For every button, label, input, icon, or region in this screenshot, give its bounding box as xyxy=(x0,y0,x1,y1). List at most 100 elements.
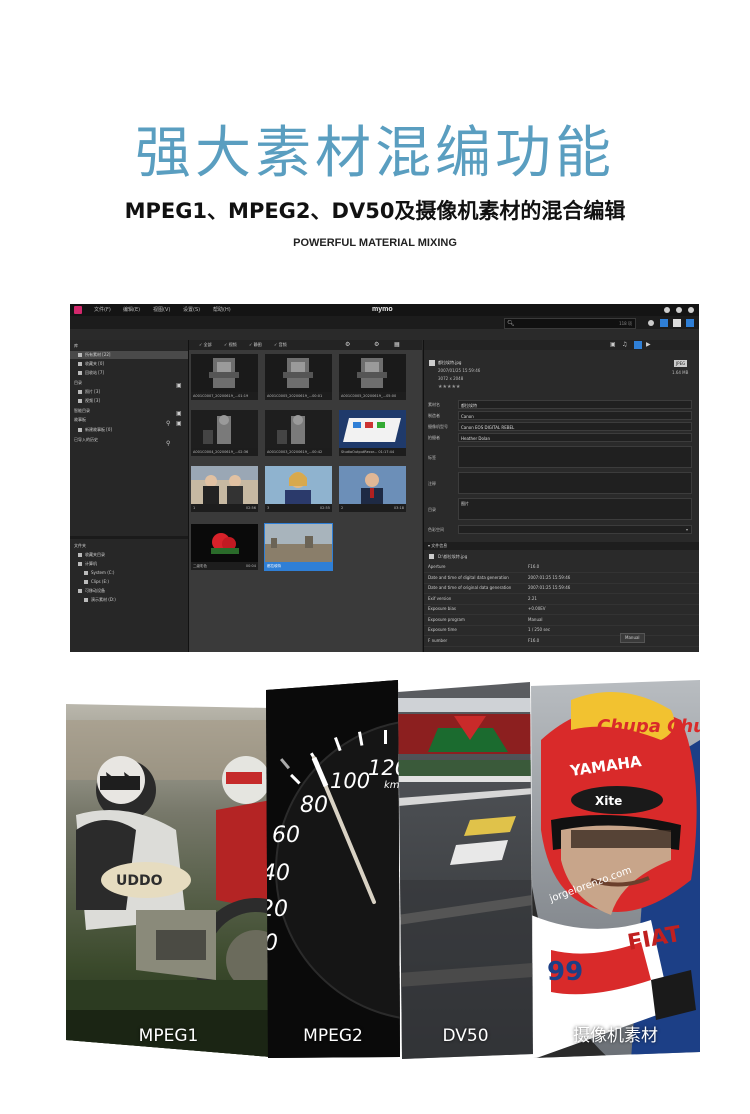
add-folder-icon[interactable]: ▣ xyxy=(176,410,182,417)
media-thumbnail[interactable]: 3 02:55 xyxy=(265,466,332,512)
thumbnail-image xyxy=(191,524,258,562)
tree-item[interactable]: 收藏夹 [0] xyxy=(70,360,188,368)
panel-divider[interactable] xyxy=(70,536,188,539)
filter-audio[interactable]: ✓ 音频 xyxy=(274,340,287,350)
exif-value: +0.00EV xyxy=(528,606,546,611)
meta-row: 色彩空间 ▾ xyxy=(428,525,692,535)
exposure-mode-button[interactable]: Manual xyxy=(620,633,645,643)
meta-note-field[interactable] xyxy=(458,472,692,494)
meta-author-field[interactable]: Heather Dolan xyxy=(458,433,692,442)
thumbnail-title: A001C0005_20200619_...00:01 xyxy=(267,394,323,398)
tree-item[interactable]: 计算机 xyxy=(70,560,188,568)
tree-item[interactable]: 视频 [3] xyxy=(70,397,188,405)
filter-still[interactable]: ✓ 静图 xyxy=(249,340,262,350)
settings-icon[interactable]: ⚙ xyxy=(345,340,350,350)
media-thumbnail[interactable]: 都拉埃特 xyxy=(264,523,333,571)
star-icon xyxy=(78,362,82,366)
media-thumbnail[interactable]: A001C0007_20200619_...01:19 xyxy=(191,354,258,400)
search-icon[interactable]: ⚲ xyxy=(166,440,170,447)
tree-item[interactable]: 可移动设备 xyxy=(70,587,188,595)
thumbnail-caption: A001C0003_20200619_...00:42 xyxy=(265,448,332,456)
thumbnail-duration: 00:04 xyxy=(245,564,256,568)
thumbnail-image xyxy=(265,466,332,504)
format-label: DV50 xyxy=(442,1026,489,1046)
menu-settings[interactable]: 设置(S) xyxy=(183,305,200,315)
thumbnail-image xyxy=(265,354,332,392)
export-button[interactable] xyxy=(673,319,681,327)
exif-row: Aperture F16.0 xyxy=(424,562,699,573)
meta-colorspace-select[interactable] xyxy=(458,525,692,534)
thumbnail-title: A001C0007_20200619_...01:19 xyxy=(193,394,249,398)
meta-row: 制造者 Canon xyxy=(428,411,692,421)
page-tagline: POWERFUL MATERIAL MIXING xyxy=(293,237,457,249)
thumbnail-caption: 都拉埃特 xyxy=(265,562,332,570)
media-thumbnail[interactable]: A001C0004_20200619_...02:36 xyxy=(191,410,258,456)
tree-item[interactable]: 回收站 [7] xyxy=(70,369,188,377)
import-button[interactable] xyxy=(660,319,668,327)
help-icon[interactable] xyxy=(664,307,670,313)
tree-item[interactable]: 目录 xyxy=(70,379,188,387)
meta-maker-field[interactable]: Canon xyxy=(458,411,692,420)
filter-video[interactable]: ✓ 视频 xyxy=(224,340,237,350)
svg-text:UDDO: UDDO xyxy=(116,873,163,889)
media-thumbnail[interactable]: 2 03:18 xyxy=(339,466,406,512)
exif-row: Date and time of digital data generation… xyxy=(424,573,699,584)
close-icon[interactable] xyxy=(688,307,694,313)
meta-camera-field[interactable]: Canon EOS DIGITAL REBEL xyxy=(458,422,692,431)
minimize-icon[interactable] xyxy=(676,307,682,313)
menu-edit[interactable]: 编辑(E) xyxy=(123,305,140,315)
media-thumbnail[interactable]: A001C0003_20200619_...00:42 xyxy=(265,410,332,456)
add-folder-icon[interactable]: ▣ xyxy=(176,382,182,389)
menu-file[interactable]: 文件(F) xyxy=(94,305,111,315)
library-panel: 库 所有素材 [22] 收藏夹 [0] 回收站 [7] 目录 照片 [3] 视频… xyxy=(70,340,189,652)
meta-tags-field[interactable] xyxy=(458,446,692,468)
tree-item[interactable]: 库 xyxy=(70,342,188,350)
media-thumbnail[interactable]: 二级彩色 00:04 xyxy=(191,524,258,570)
menu-help[interactable]: 帮助(H) xyxy=(213,305,231,315)
grid-view-icon[interactable]: ▦ xyxy=(394,340,400,350)
tree-item[interactable]: 新建故事板 [0] xyxy=(70,426,188,434)
thumbnail-image xyxy=(339,354,406,392)
thumbnail-title: 3 xyxy=(267,506,270,510)
tree-item[interactable]: System (C:) xyxy=(70,569,188,577)
helmet-brand: Chupa Chups xyxy=(597,716,700,737)
tree-item[interactable]: 文件夹 xyxy=(70,542,188,550)
share-mode-icon[interactable]: ▶ xyxy=(646,341,651,348)
search-icon: 🔍︎ xyxy=(507,320,515,327)
meta-dir-field[interactable]: 图片 xyxy=(458,498,692,520)
tree-item[interactable]: 照片 [3] xyxy=(70,388,188,396)
search-icon[interactable]: ⚲ xyxy=(166,420,170,427)
audio-mode-icon[interactable]: ♫ xyxy=(622,341,627,348)
chevron-down-icon[interactable]: ▾ xyxy=(686,525,688,535)
file-type-icon xyxy=(429,360,435,366)
menu-view[interactable]: 视图(V) xyxy=(153,305,170,315)
rating-stars[interactable]: ★★★★★ xyxy=(438,383,460,391)
thumbnail-title: 二级彩色 xyxy=(193,564,207,568)
tree-item[interactable]: 演示素材 (D:) xyxy=(70,596,188,604)
search-result-count: 118 项 xyxy=(619,321,632,326)
computer-icon xyxy=(78,562,82,566)
media-thumbnail[interactable]: 1 02:56 xyxy=(191,466,258,512)
thumbnail-duration: 03:18 xyxy=(393,506,404,510)
sort-icon[interactable]: ⚙ xyxy=(374,340,379,350)
media-thumbnail[interactable]: A001C0005_20200619_...00:01 xyxy=(265,354,332,400)
share-button[interactable] xyxy=(686,319,694,327)
media-thumbnail[interactable]: StudioOutputRecor... 01:17:44 xyxy=(339,410,406,456)
settings-icon[interactable] xyxy=(648,320,654,326)
photo-mode-icon[interactable]: ▣ xyxy=(610,341,616,348)
exif-row: Date and time of original data generatio… xyxy=(424,583,699,594)
file-info-section[interactable]: ▾ 文件信息 xyxy=(424,542,699,550)
search-input[interactable]: 🔍︎ 118 项 xyxy=(504,318,636,329)
app-name: mymo xyxy=(372,306,393,313)
info-mode-button[interactable] xyxy=(634,341,642,349)
tree-item[interactable]: 智能目录 xyxy=(70,407,188,415)
filter-all[interactable]: ✓ 全部 xyxy=(199,340,212,350)
add-storyboard-icon[interactable]: ▣ xyxy=(176,420,182,427)
thumbnail-title: A001C0003_20200619_...00:42 xyxy=(267,450,323,454)
tree-item[interactable]: 所有素材 [22] xyxy=(70,351,188,359)
meta-clip-name-field[interactable]: 都拉埃特 xyxy=(458,400,692,409)
tree-item[interactable]: 收藏夹目录 xyxy=(70,551,188,559)
thumbnail-caption: A001C0005_20200619_...05:00 xyxy=(339,392,406,400)
media-thumbnail[interactable]: A001C0005_20200619_...05:00 xyxy=(339,354,406,400)
tree-item[interactable]: Clips (E:) xyxy=(70,578,188,586)
